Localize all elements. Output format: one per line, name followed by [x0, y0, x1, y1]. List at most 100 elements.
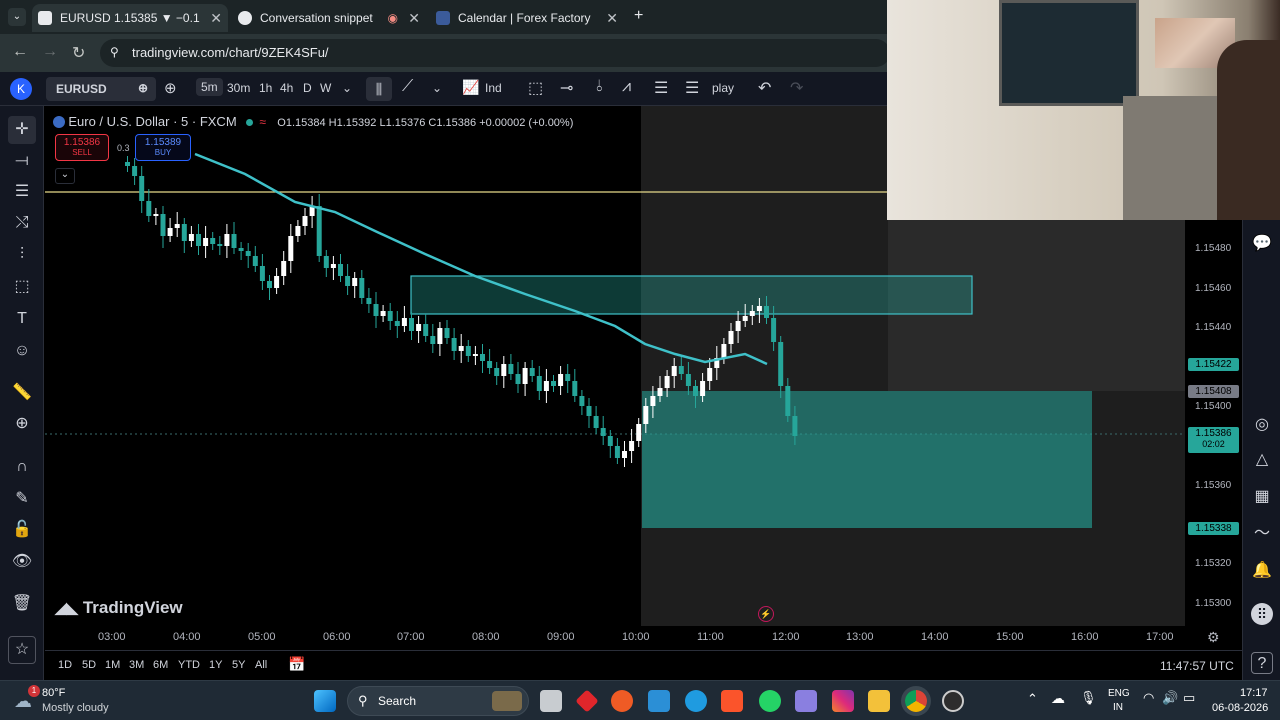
chart-type-dropdown-icon[interactable]: ⌄: [432, 81, 442, 95]
chrome-icon[interactable]: [905, 690, 927, 712]
interval-dropdown-icon[interactable]: ⌄: [342, 81, 352, 95]
range-1m[interactable]: 1M: [105, 659, 120, 671]
windows-start-icon[interactable]: [314, 690, 336, 712]
close-icon[interactable]: ✕: [210, 10, 222, 27]
anydesk-icon[interactable]: [575, 689, 599, 713]
target-icon[interactable]: ◎: [1251, 414, 1273, 436]
clock-time[interactable]: 17:17: [1240, 687, 1268, 699]
help-icon[interactable]: ?: [1251, 652, 1273, 674]
indicators-button[interactable]: Ind: [485, 81, 502, 95]
interval-d[interactable]: D: [303, 81, 312, 95]
line-chart-icon[interactable]: ⟋: [402, 78, 413, 96]
settings-gear-icon[interactable]: ⚙: [1207, 629, 1220, 646]
trash-icon[interactable]: 🗑: [11, 593, 33, 615]
fib-icon[interactable]: ☰: [11, 181, 33, 203]
avatar[interactable]: K: [10, 78, 32, 100]
reload-icon[interactable]: ↻: [72, 43, 85, 63]
new-tab-button[interactable]: +: [634, 7, 643, 25]
calendar-icon[interactable]: ▦: [1251, 486, 1273, 508]
notification-bell-icon[interactable]: 🔔: [1251, 560, 1273, 582]
utc-clock[interactable]: 11:47:57 UTC: [1160, 659, 1234, 673]
onedrive-icon[interactable]: ☁: [1051, 690, 1065, 707]
whatsapp-icon[interactable]: [759, 690, 781, 712]
range-6m[interactable]: 6M: [153, 659, 168, 671]
file-explorer-icon[interactable]: [868, 690, 890, 712]
eye-icon[interactable]: 👁: [11, 551, 33, 573]
interval-4h[interactable]: 4h: [280, 81, 293, 95]
emoji-icon[interactable]: ☺: [11, 340, 33, 362]
task-view-icon[interactable]: [540, 690, 562, 712]
taskbar-search[interactable]: ⚲ Search: [347, 686, 529, 716]
go-to-date-icon[interactable]: 📅: [288, 656, 305, 673]
crosshair-icon[interactable]: ✛: [8, 116, 36, 144]
candles-icon[interactable]: ⫼: [366, 77, 392, 101]
language-label[interactable]: ENG: [1108, 688, 1130, 699]
close-icon[interactable]: ✕: [606, 10, 618, 27]
obs-icon[interactable]: [942, 690, 964, 712]
interval-w[interactable]: W: [320, 81, 331, 95]
legend-title[interactable]: Euro / U.S. Dollar · 5 · FXCM: [68, 114, 236, 129]
time-axis[interactable]: 03:00 04:00 05:00 06:00 07:00 08:00 09:0…: [45, 626, 1242, 650]
postman-icon[interactable]: [611, 690, 633, 712]
add-symbol-icon[interactable]: ⊕: [164, 79, 177, 97]
forecast-icon[interactable]: ⫶: [11, 244, 33, 266]
collapse-chevron-icon[interactable]: ⌄: [55, 168, 75, 184]
region-label[interactable]: IN: [1113, 702, 1123, 713]
measure-icon[interactable]: 📏: [11, 382, 33, 404]
interval-30m[interactable]: 30m: [227, 81, 250, 95]
shapes-icon[interactable]: ⬚: [11, 276, 33, 298]
tab-eurusd[interactable]: EURUSD 1.15385 ▼ −0.13% Un ✕: [32, 4, 228, 32]
rectangle-tool-icon[interactable]: ⬚: [528, 78, 543, 98]
tab-conversation-snippet[interactable]: Conversation snippet ◉ ✕: [232, 4, 426, 32]
tab-forex-factory[interactable]: Calendar | Forex Factory ✕: [430, 4, 624, 32]
indicators-icon[interactable]: 📈: [462, 79, 479, 96]
fib-retracement-icon[interactable]: ☰: [654, 78, 668, 98]
vertical-line-icon[interactable]: ⫰: [596, 78, 603, 96]
replay-button[interactable]: play: [712, 81, 734, 95]
vscode-icon[interactable]: [648, 690, 670, 712]
buy-button[interactable]: 1.15389 BUY: [135, 134, 191, 161]
sell-button[interactable]: 1.15386 SELL: [55, 134, 109, 161]
symbol-search[interactable]: EURUSD ⊕: [46, 77, 156, 101]
text-tool-icon[interactable]: T: [11, 308, 33, 330]
range-1d[interactable]: 1D: [58, 659, 72, 671]
compare-icon[interactable]: ⊕: [138, 81, 148, 95]
chat-icon[interactable]: 💬: [1251, 233, 1273, 255]
trend-line-icon[interactable]: ⟞: [11, 150, 33, 172]
brave-icon[interactable]: [721, 690, 743, 712]
volume-icon[interactable]: 🔊: [1162, 690, 1178, 706]
signal-icon[interactable]: 〜: [1251, 523, 1273, 545]
interval-5m[interactable]: 5m: [196, 78, 223, 96]
pattern-tool-icon[interactable]: ⩘: [622, 78, 631, 96]
apps-grid-icon[interactable]: ⠿: [1251, 603, 1273, 625]
vpn-icon[interactable]: [795, 690, 817, 712]
range-3m[interactable]: 3M: [129, 659, 144, 671]
alert-triangle-icon[interactable]: △: [1251, 449, 1273, 471]
close-icon[interactable]: ✕: [408, 10, 420, 27]
magnet-icon[interactable]: ∩: [11, 456, 33, 478]
range-all[interactable]: All: [255, 659, 267, 671]
range-ytd[interactable]: YTD: [178, 659, 200, 671]
forward-icon[interactable]: →: [42, 43, 58, 61]
fib-extension-icon[interactable]: ☰: [685, 78, 699, 98]
instagram-icon[interactable]: [832, 690, 854, 712]
tab-search-button[interactable]: ⌄: [8, 8, 26, 26]
url-field[interactable]: ⚲ tradingview.com/chart/9ZEK4SFu/: [100, 39, 890, 67]
show-hidden-icons[interactable]: ⌃: [1027, 691, 1038, 707]
site-info-icon[interactable]: ⚲: [110, 45, 119, 59]
redo-icon[interactable]: ↷: [790, 78, 803, 98]
battery-icon[interactable]: ▭: [1183, 690, 1195, 706]
range-5y[interactable]: 5Y: [232, 659, 245, 671]
zoom-in-icon[interactable]: ⊕: [11, 413, 33, 435]
horizontal-ray-icon[interactable]: ⊸: [560, 78, 573, 98]
wifi-icon[interactable]: ◠: [1143, 690, 1154, 706]
lock-icon[interactable]: 🔓: [11, 519, 33, 541]
lightning-icon[interactable]: ⚡: [758, 606, 774, 622]
clock-date[interactable]: 06-08-2026: [1212, 702, 1268, 714]
microphone-icon[interactable]: 🎙: [1080, 690, 1097, 706]
pattern-icon[interactable]: ⤭: [11, 212, 33, 234]
undo-icon[interactable]: ↶: [758, 78, 771, 98]
edge-icon[interactable]: [685, 690, 707, 712]
pencil-lock-icon[interactable]: ✎: [11, 488, 33, 510]
range-5d[interactable]: 5D: [82, 659, 96, 671]
